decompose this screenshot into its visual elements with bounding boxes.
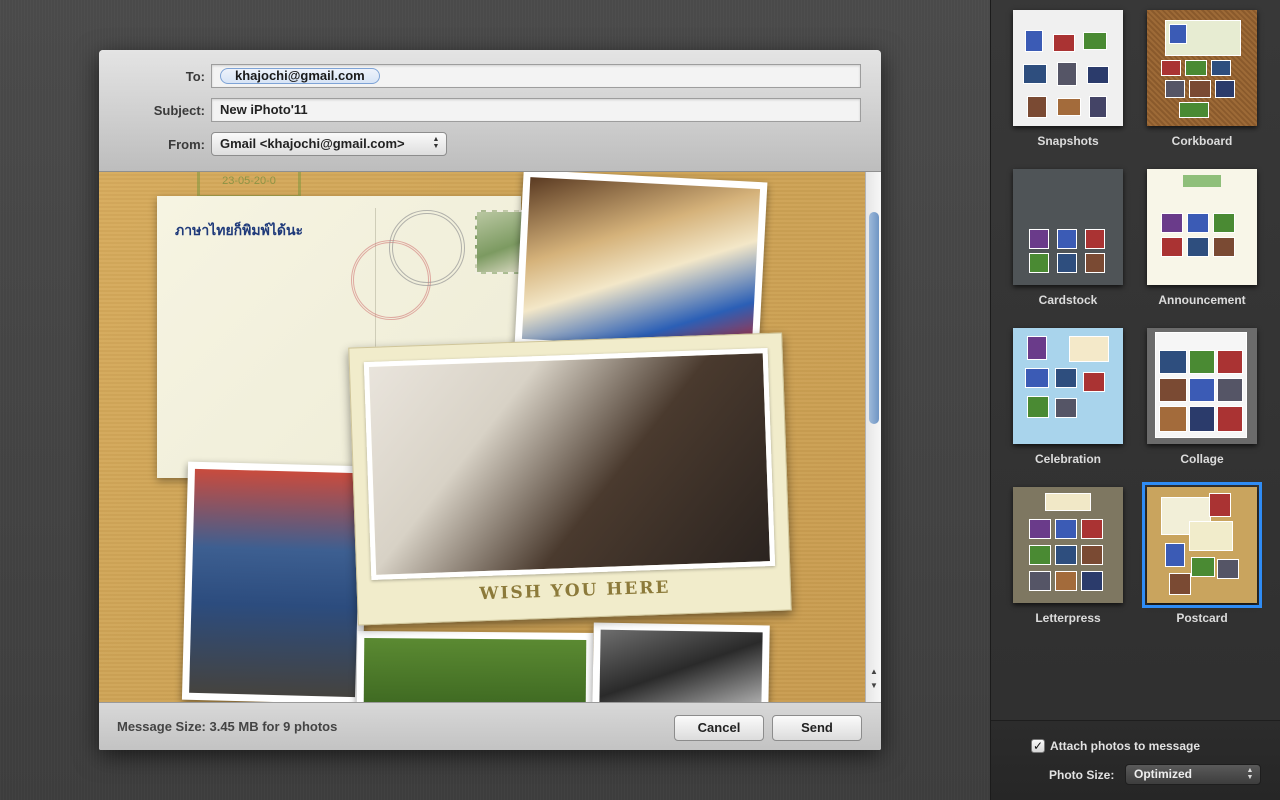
message-size-text: Message Size: 3.45 MB for 9 photos bbox=[117, 719, 338, 734]
theme-thumbnail[interactable] bbox=[1142, 482, 1262, 608]
photo-kids-grass[interactable] bbox=[356, 630, 594, 702]
theme-label: Cardstock bbox=[1038, 293, 1098, 307]
photo-size-value: Optimized bbox=[1134, 767, 1193, 781]
theme-label: Collage bbox=[1180, 452, 1224, 466]
from-select-value: Gmail <khajochi@gmail.com> bbox=[220, 136, 405, 151]
theme-corkboard[interactable]: Corkboard bbox=[1135, 0, 1269, 160]
subject-label: Subject: bbox=[153, 103, 205, 118]
theme-thumbnail[interactable] bbox=[1013, 328, 1123, 444]
photo-image bbox=[599, 629, 763, 702]
theme-collage[interactable]: Collage bbox=[1135, 318, 1269, 478]
from-row: From: Gmail <khajochi@gmail.com> ▲ ▼ bbox=[99, 132, 881, 158]
theme-label: Announcement bbox=[1158, 293, 1246, 307]
theme-label: Snapshots bbox=[1037, 134, 1099, 148]
theme-thumbnail[interactable] bbox=[1013, 10, 1123, 126]
theme-celebration[interactable]: Celebration bbox=[1001, 318, 1135, 478]
theme-label: Celebration bbox=[1034, 452, 1101, 466]
theme-panel: Snapshots Corkboard Cardstock Announceme… bbox=[990, 0, 1280, 800]
postcard-message-text[interactable]: ภาษาไทยก็พิมพ์ได้นะ bbox=[175, 220, 303, 242]
theme-thumbnail[interactable] bbox=[1147, 10, 1257, 126]
subject-field[interactable]: New iPhoto'11 bbox=[211, 98, 861, 122]
theme-thumbnail[interactable] bbox=[1013, 169, 1123, 285]
theme-label: Postcard bbox=[1176, 611, 1228, 625]
postage-stamp-icon bbox=[475, 210, 525, 274]
recipient-token[interactable]: khajochi@gmail.com bbox=[220, 68, 380, 84]
email-compose-window: To: khajochi@gmail.com Subject: New iPho… bbox=[99, 50, 881, 750]
featured-photo-frame[interactable]: WISH YOU HERE bbox=[348, 332, 792, 626]
subject-row: Subject: New iPhoto'11 bbox=[99, 98, 881, 124]
photo-two-kids bbox=[363, 348, 776, 580]
scroll-down-icon[interactable]: ▼ bbox=[866, 680, 881, 692]
updown-arrows-icon: ▲ ▼ bbox=[1246, 767, 1254, 781]
send-button[interactable]: Send bbox=[772, 715, 862, 741]
frame-caption[interactable]: WISH YOU HERE bbox=[358, 573, 792, 608]
theme-label: Corkboard bbox=[1171, 134, 1233, 148]
to-field[interactable]: khajochi@gmail.com bbox=[211, 64, 861, 88]
photo-size-select[interactable]: Optimized ▲ ▼ bbox=[1125, 764, 1261, 785]
message-body-canvas[interactable]: 23-05-20-0 ภาษาไทยก็พิมพ์ได้นะ WISH YOU … bbox=[99, 172, 881, 702]
theme-thumbnail[interactable] bbox=[1013, 487, 1123, 603]
email-options: ✓ Attach photos to message Photo Size: O… bbox=[991, 720, 1280, 800]
photo-boy-superman[interactable] bbox=[514, 172, 768, 359]
theme-thumbnail[interactable] bbox=[1147, 169, 1257, 285]
from-label: From: bbox=[168, 137, 205, 152]
photo-boy-hood[interactable] bbox=[181, 461, 369, 702]
attach-photos-label[interactable]: Attach photos to message bbox=[1050, 739, 1200, 754]
cancel-button[interactable]: Cancel bbox=[674, 715, 764, 741]
photo-size-label: Photo Size: bbox=[1049, 768, 1115, 782]
photo-image bbox=[363, 638, 587, 702]
theme-cardstock[interactable]: Cardstock bbox=[1001, 159, 1135, 319]
updown-arrows-icon: ▲ ▼ bbox=[432, 136, 440, 150]
theme-thumbnail[interactable] bbox=[1147, 328, 1257, 444]
photo-child-stroller[interactable] bbox=[592, 622, 770, 702]
compose-footer: Message Size: 3.45 MB for 9 photos Cance… bbox=[99, 702, 881, 750]
theme-letterpress[interactable]: Letterpress bbox=[1001, 477, 1135, 637]
vertical-scrollbar[interactable]: ▲ ▼ bbox=[865, 172, 881, 702]
postmark-icon bbox=[389, 210, 465, 286]
theme-snapshots[interactable]: Snapshots bbox=[1001, 0, 1135, 160]
compose-header: To: khajochi@gmail.com Subject: New iPho… bbox=[99, 50, 881, 172]
theme-label: Letterpress bbox=[1035, 611, 1101, 625]
photo-image bbox=[189, 468, 361, 698]
to-row: To: khajochi@gmail.com bbox=[99, 64, 881, 90]
attach-photos-checkbox[interactable]: ✓ bbox=[1031, 739, 1045, 753]
theme-announcement[interactable]: Announcement bbox=[1135, 159, 1269, 319]
from-select[interactable]: Gmail <khajochi@gmail.com> ▲ ▼ bbox=[211, 132, 447, 156]
postal-stamp-mark: 23-05-20-0 bbox=[197, 172, 301, 198]
theme-postcard[interactable]: Postcard bbox=[1135, 477, 1269, 637]
scrollbar-thumb[interactable] bbox=[869, 212, 879, 424]
scroll-up-icon[interactable]: ▲ bbox=[866, 666, 881, 678]
photo-image bbox=[521, 177, 761, 351]
to-label: To: bbox=[185, 69, 205, 84]
